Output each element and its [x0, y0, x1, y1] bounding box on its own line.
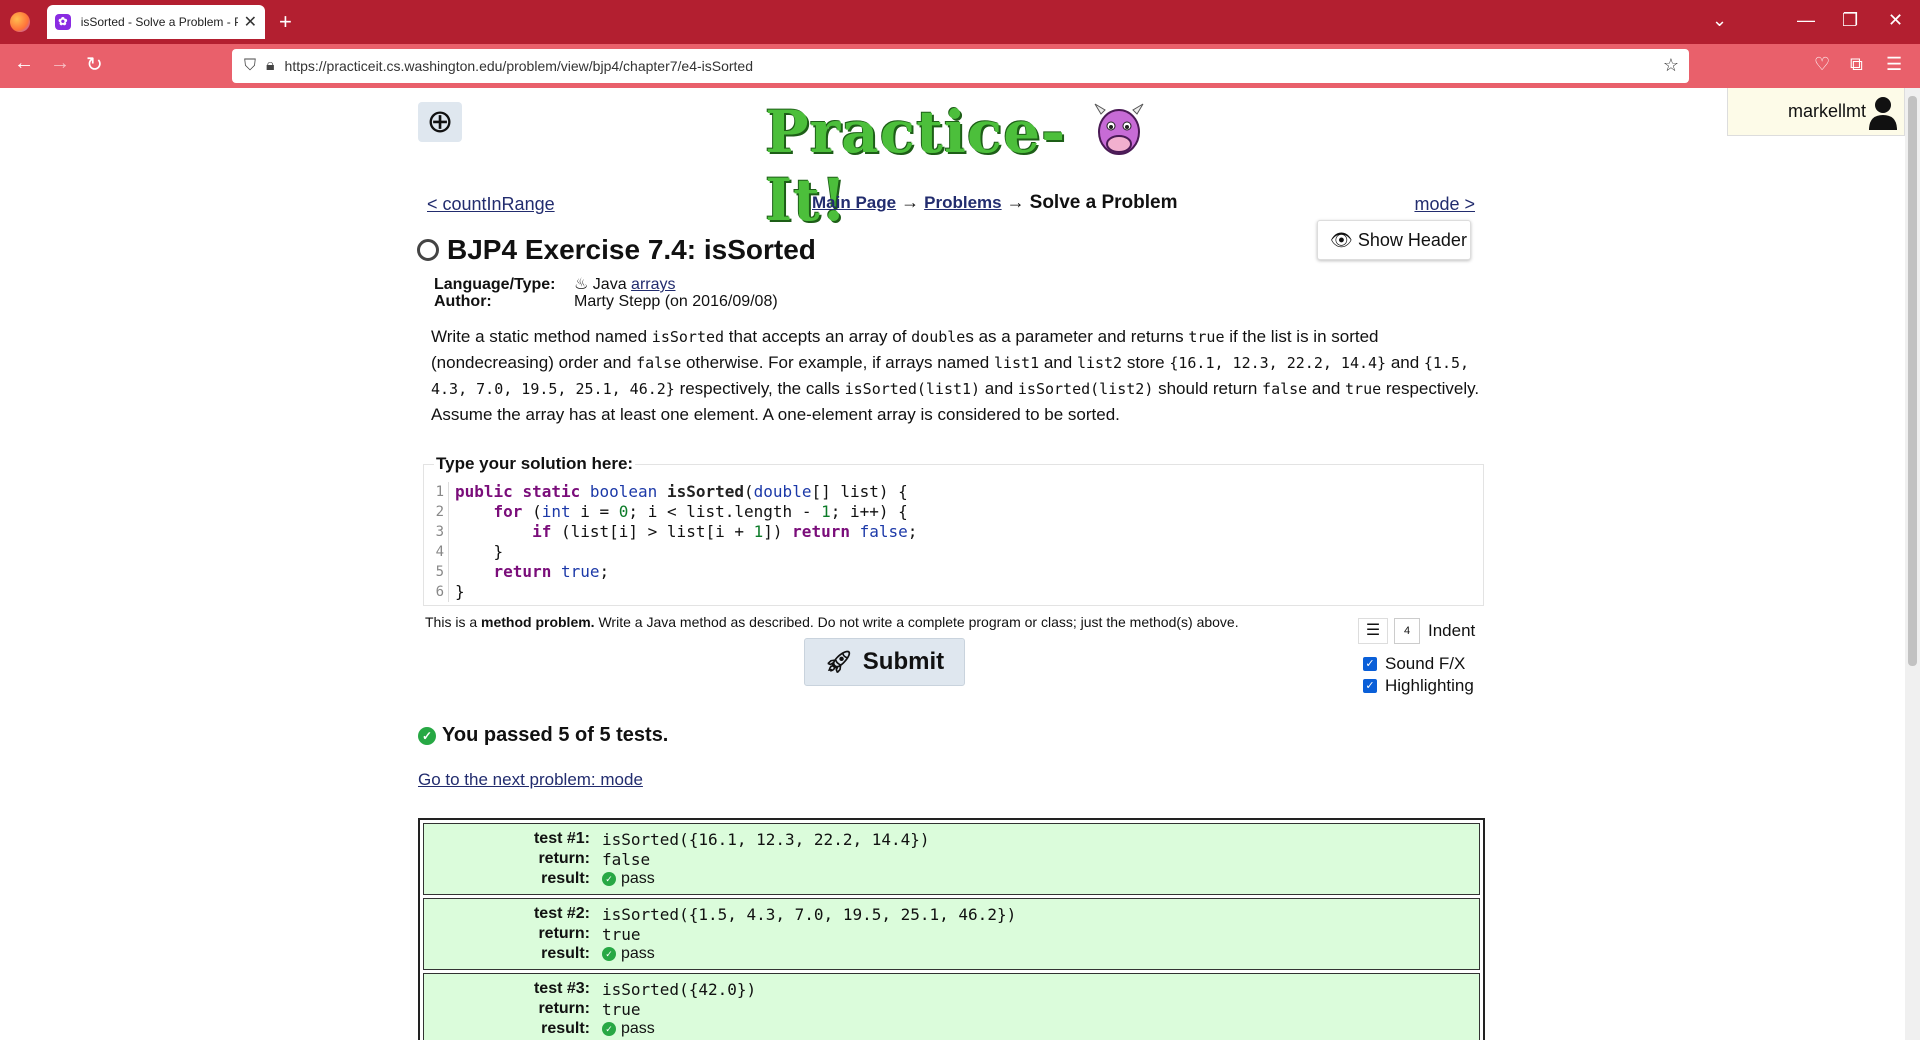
language-label: Language/Type:: [434, 276, 556, 293]
practiceit-logo[interactable]: Practice-It!: [765, 98, 1145, 234]
language-value: Java: [592, 276, 627, 293]
test-call: isSorted({16.1, 12.3, 22.2, 14.4}): [602, 830, 930, 849]
indent-controls: ☰ 4 Indent: [1358, 618, 1475, 644]
zoom-in-button[interactable]: ⊕: [418, 102, 462, 142]
pocket-icon[interactable]: ♡: [1814, 54, 1830, 75]
show-header-button[interactable]: 👁︎ Show Header: [1317, 220, 1471, 260]
problem-title-row: BJP4 Exercise 7.4: isSorted: [417, 234, 816, 266]
next-problem-link-bottom[interactable]: Go to the next problem: mode: [418, 770, 643, 790]
solution-label: Type your solution here:: [434, 454, 636, 474]
forward-icon[interactable]: →: [50, 52, 70, 75]
method-problem-note: This is a method problem. Write a Java m…: [425, 614, 1239, 630]
practiceit-favicon-icon: ✿: [55, 14, 71, 30]
eye-icon: 👁︎: [1330, 230, 1353, 250]
browser-nav-bar: ← → ↻ ⛉ 🔒︎ https://practiceit.cs.washing…: [0, 44, 1920, 88]
user-icon[interactable]: [1868, 96, 1898, 130]
sound-fx-label[interactable]: Sound F/X: [1385, 654, 1465, 674]
check-circle-icon: ✓: [418, 726, 436, 745]
user-account-box[interactable]: markellmt: [1727, 88, 1905, 136]
app-menu-icon[interactable]: ☰: [1886, 54, 1902, 75]
new-tab-icon[interactable]: +: [279, 9, 292, 35]
result-summary-text: You passed 5 of 5 tests.: [442, 724, 669, 746]
breadcrumb-problems[interactable]: Problems: [924, 193, 1001, 212]
test-row: test #1: isSorted({16.1, 12.3, 22.2, 14.…: [423, 823, 1480, 895]
problem-meta: Language/Type: ♨ Java arrays Author: Mar…: [434, 276, 778, 310]
unsolved-status-icon: [417, 239, 439, 261]
breadcrumb-arrow: →: [1006, 192, 1025, 212]
test-results-table: test #1: isSorted({16.1, 12.3, 22.2, 14.…: [418, 818, 1485, 1040]
problem-description: Write a static method named isSorted tha…: [431, 327, 1480, 424]
url-bar[interactable]: ⛉ 🔒︎ https://practiceit.cs.washington.ed…: [232, 49, 1689, 83]
category-link[interactable]: arrays: [631, 276, 675, 293]
sound-fx-option[interactable]: ✓ Sound F/X: [1363, 654, 1465, 674]
tab-title: isSorted - Solve a Problem - Pra: [80, 15, 238, 29]
pass-check-icon: ✓: [602, 947, 616, 961]
author-label: Author:: [434, 293, 492, 310]
cow-mascot-icon: [1094, 103, 1144, 155]
magnifier-plus-icon: ⊕: [426, 103, 454, 139]
breadcrumb-main-page[interactable]: Main Page: [812, 193, 896, 212]
highlighting-checkbox[interactable]: ✓: [1363, 679, 1377, 693]
test-result: ✓ pass: [602, 870, 655, 888]
indent-input[interactable]: 4: [1394, 618, 1420, 644]
breadcrumb: Main Page → Problems → Solve a Problem: [812, 192, 1177, 214]
test-call: isSorted({42.0}): [602, 980, 757, 999]
test-return: true: [602, 1000, 641, 1019]
back-icon[interactable]: ←: [14, 52, 34, 75]
submit-label: Submit: [862, 648, 945, 675]
author-value: Marty Stepp (on 2016/09/08): [574, 293, 778, 310]
breadcrumb-current: Solve a Problem: [1029, 192, 1178, 213]
close-window-icon[interactable]: ✕: [1888, 10, 1903, 31]
indent-label: Indent: [1428, 621, 1476, 640]
problem-navigation: < countInRange Main Page → Problems → So…: [427, 192, 1475, 218]
minimize-icon[interactable]: —: [1797, 10, 1815, 31]
highlighting-option[interactable]: ✓ Highlighting: [1363, 676, 1474, 696]
result-summary: ✓ You passed 5 of 5 tests.: [418, 724, 668, 747]
test-result: ✓ pass: [602, 945, 655, 963]
code-editor[interactable]: 1 public static boolean isSorted(double[]…: [429, 482, 1479, 602]
reload-icon[interactable]: ↻: [86, 52, 103, 77]
test-call: isSorted({1.5, 4.3, 7.0, 19.5, 25.1, 46.…: [602, 905, 1017, 924]
show-header-label: Show Header: [1357, 230, 1467, 250]
problem-title: BJP4 Exercise 7.4: isSorted: [447, 234, 816, 265]
tracking-shield-icon[interactable]: ⛉: [244, 57, 256, 75]
url-text[interactable]: https://practiceit.cs.washington.edu/pro…: [285, 58, 753, 74]
browser-tab-active[interactable]: ✿ isSorted - Solve a Problem - Pra ✕: [47, 5, 265, 39]
highlighting-label[interactable]: Highlighting: [1385, 676, 1474, 696]
tab-close-icon[interactable]: ✕: [244, 12, 257, 32]
previous-problem-link[interactable]: < countInRange: [427, 194, 555, 215]
sound-fx-checkbox[interactable]: ✓: [1363, 657, 1377, 671]
rocket-icon: 🚀︎: [824, 649, 853, 674]
submit-button[interactable]: 🚀︎ Submit: [804, 638, 965, 686]
breadcrumb-arrow: →: [901, 192, 920, 212]
firefox-menu-icon[interactable]: [10, 12, 30, 32]
username[interactable]: markellmt: [1788, 101, 1866, 122]
list-all-tabs-icon[interactable]: ⌄: [1712, 10, 1727, 31]
browser-tab-bar: ✿ isSorted - Solve a Problem - Pra ✕ + ⌄…: [0, 0, 1920, 44]
page-scrollbar[interactable]: [1905, 88, 1920, 1040]
lock-icon[interactable]: 🔒︎: [266, 57, 275, 75]
scrollbar-thumb[interactable]: [1908, 96, 1917, 666]
next-problem-link[interactable]: mode >: [1414, 194, 1475, 215]
java-icon: ♨: [574, 276, 593, 293]
indent-icon[interactable]: ☰: [1358, 618, 1388, 644]
page-content: ⊕ Practice-It! markellmt < countInRange …: [0, 88, 1905, 1040]
test-result: ✓ pass: [602, 1020, 655, 1038]
pass-check-icon: ✓: [602, 872, 616, 886]
restore-icon[interactable]: ❐: [1842, 10, 1858, 31]
test-return: false: [602, 850, 651, 869]
extensions-icon[interactable]: ⧉: [1850, 54, 1863, 75]
pass-check-icon: ✓: [602, 1022, 616, 1036]
test-row: test #3: isSorted({42.0}) return: true r…: [423, 973, 1480, 1040]
test-row: test #2: isSorted({1.5, 4.3, 7.0, 19.5, …: [423, 898, 1480, 970]
bookmark-star-icon[interactable]: ☆: [1663, 55, 1679, 76]
test-return: true: [602, 925, 641, 944]
